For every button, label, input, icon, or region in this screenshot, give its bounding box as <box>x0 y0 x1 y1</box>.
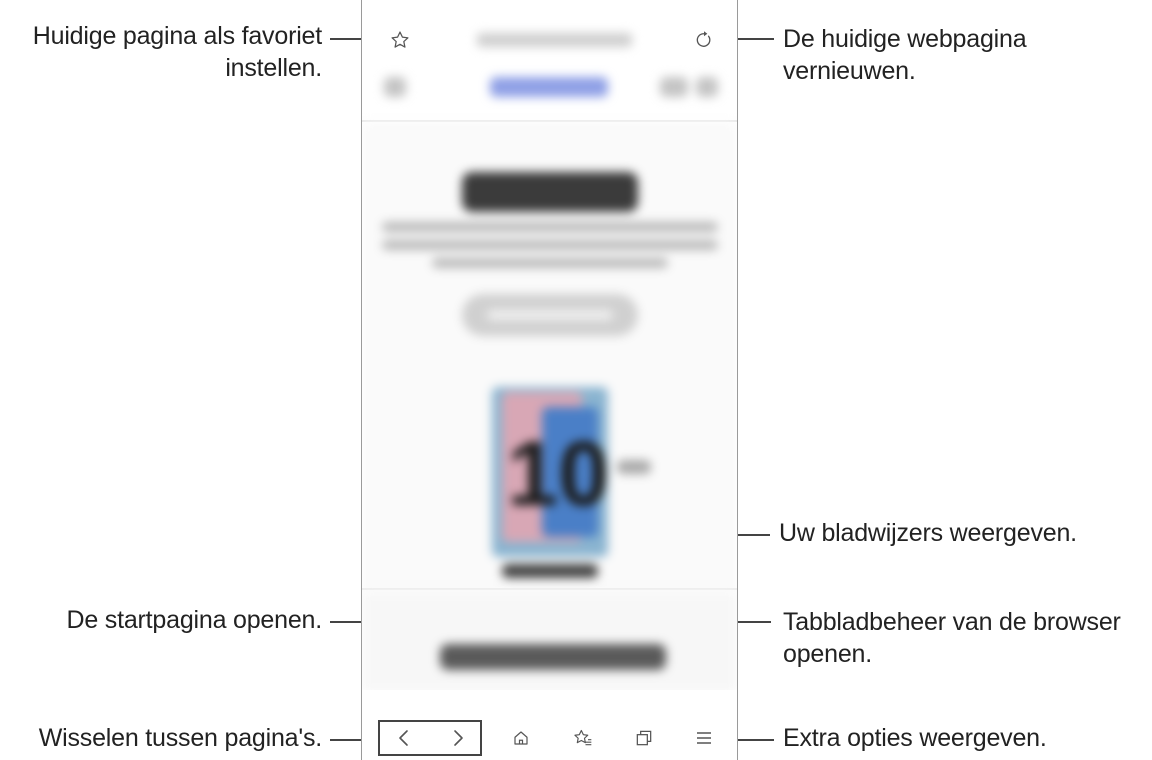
callout-extra-options: Extra opties weergeven. <box>783 724 1047 752</box>
callout-refresh-line2: vernieuwen. <box>783 57 916 85</box>
callout-tabs: Tabbladbeheer van de browser openen. <box>783 606 1148 670</box>
back-forward-group <box>378 720 482 756</box>
address-bar-url[interactable] <box>477 33 632 47</box>
star-icon[interactable] <box>386 26 414 54</box>
callout-switch-pages: Wisselen tussen pagina's. <box>38 724 322 752</box>
bookmarks-icon[interactable] <box>569 724 597 752</box>
tabs-icon[interactable] <box>630 724 658 752</box>
callout-favorite-line1: Huidige pagina als favoriet <box>32 22 322 50</box>
site-header <box>362 60 737 120</box>
callout-bookmarks: Uw bladwijzers weergeven. <box>779 519 1077 547</box>
menu-icon[interactable] <box>690 724 718 752</box>
hero-divider <box>362 588 737 590</box>
refresh-icon[interactable] <box>690 26 718 54</box>
callout-tabs-line2: openen. <box>783 640 872 668</box>
site-footer-section <box>362 592 737 692</box>
home-icon[interactable] <box>507 724 535 752</box>
callout-home: De startpagina openen. <box>66 606 322 634</box>
back-icon[interactable] <box>390 724 418 752</box>
browser-screen: 10 <box>361 0 738 760</box>
callout-tabs-line1: Tabbladbeheer van de browser <box>783 608 1121 636</box>
hero-section: 10 <box>362 122 737 592</box>
forward-icon[interactable] <box>444 724 472 752</box>
callout-favorite-line2: instellen. <box>225 54 322 82</box>
hero-number: 10 <box>507 423 610 525</box>
bottom-nav <box>362 690 737 760</box>
callout-refresh: De huidige webpagina vernieuwen. <box>783 23 1143 87</box>
callout-refresh-line1: De huidige webpagina <box>783 25 1027 53</box>
callout-favorite: Huidige pagina als favoriet instellen. <box>0 20 322 84</box>
